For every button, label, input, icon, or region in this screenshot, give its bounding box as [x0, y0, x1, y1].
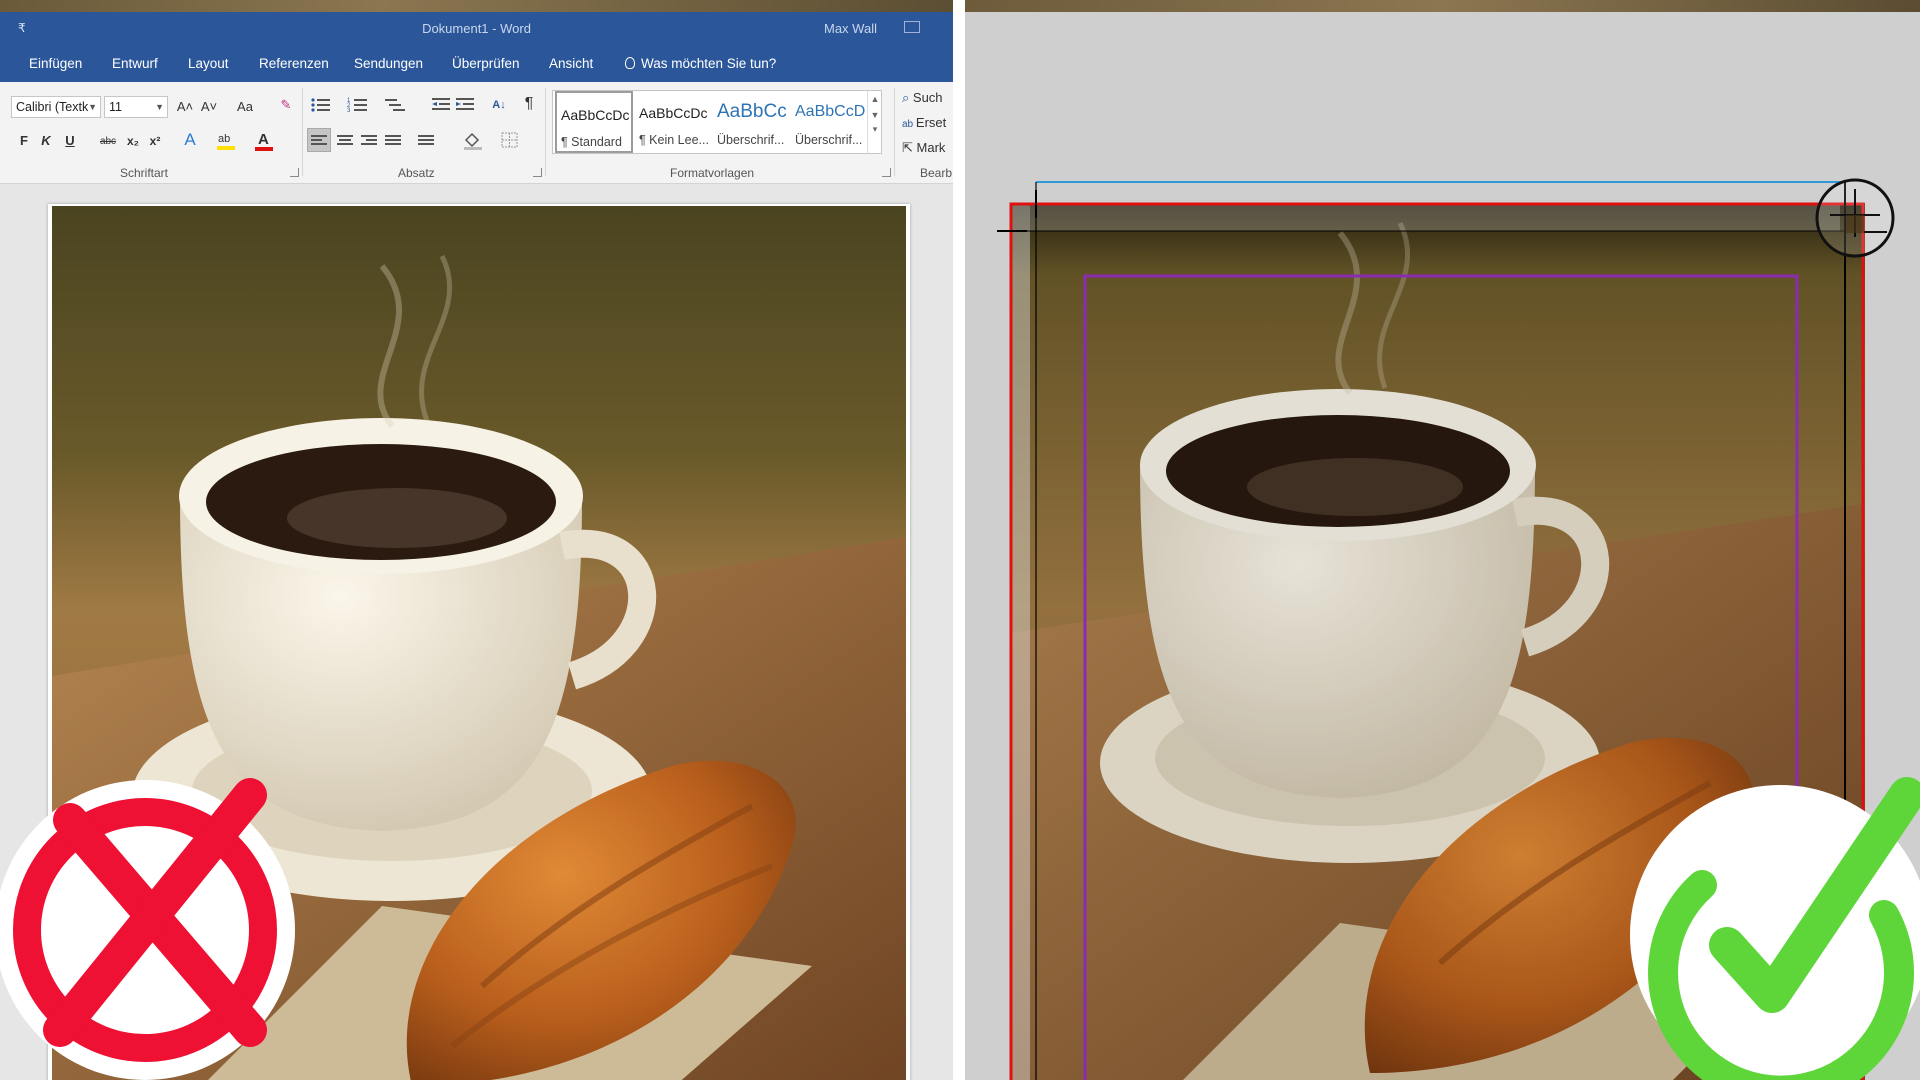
ribbon-tabs: Einfügen Entwurf Layout Referenzen Sendu… [0, 46, 953, 82]
group-label-editing: Bearb [920, 166, 953, 180]
style-sample: AaBbCcDc [561, 107, 630, 123]
multilevel-list-icon[interactable] [384, 96, 406, 119]
sort-icon[interactable]: A↓ [489, 96, 509, 114]
find-label: Such [912, 90, 943, 105]
group-label-styles: Formatvorlagen [670, 166, 755, 180]
tell-me-label: Was möchten Sie tun? [641, 56, 777, 71]
numbering-icon[interactable]: 123 [347, 96, 369, 119]
lightbulb-icon [625, 57, 635, 69]
style-standard[interactable]: AaBbCcDc ¶ Standard [555, 91, 633, 153]
ribbon-display-options-icon[interactable] [904, 21, 920, 33]
tab-ueberpruefen[interactable]: Überprüfen [452, 56, 520, 71]
font-color-icon[interactable]: A [254, 130, 274, 157]
screenshot-stage: ₹ Dokument1 - Word Max Wall Einfügen Ent… [0, 0, 1920, 1080]
shrink-font-button[interactable]: A˅ [200, 98, 218, 116]
replace-label: Erset [915, 115, 947, 130]
group-label-font: Schriftart [120, 166, 169, 180]
dialog-launcher-icon[interactable] [882, 168, 891, 177]
word-window: ₹ Dokument1 - Word Max Wall Einfügen Ent… [0, 0, 953, 1080]
bold-button[interactable]: F [16, 132, 32, 150]
select-button[interactable]: ⇱ Mark [902, 140, 945, 156]
cursor-icon: ⇱ [902, 140, 917, 155]
dialog-launcher-icon[interactable] [290, 168, 299, 177]
font-size-combo[interactable]: 11 ▼ [104, 96, 168, 118]
increase-indent-icon[interactable] [454, 96, 476, 119]
crosshair-handle-icon[interactable] [1812, 175, 1898, 261]
underline-button[interactable]: U [62, 132, 78, 150]
text-effects-icon[interactable]: A [180, 131, 200, 149]
chevron-down-icon: ▼ [88, 102, 97, 112]
grow-font-button[interactable]: A˄ [176, 98, 194, 116]
font-size-value: 11 [109, 100, 122, 114]
ribbon: Calibri (Textk ▼ 11 ▼ A˄ A˅ Aa ✎ F K U abc… [0, 82, 953, 184]
shading-icon[interactable] [462, 130, 484, 155]
justify-icon[interactable] [385, 135, 401, 147]
styles-gallery: AaBbCcDc ¶ Standard AaBbCcDc ¶ Kein Lee.… [552, 90, 882, 154]
superscript-button[interactable]: x² [146, 132, 164, 150]
gallery-scroll[interactable]: ▲ ▼ ▾ [867, 91, 882, 153]
svg-text:A: A [258, 131, 269, 148]
clear-formatting-icon[interactable]: ✎ [276, 96, 296, 114]
style-kein-leerraum[interactable]: AaBbCcDc ¶ Kein Lee... [635, 91, 713, 153]
style-sample: AaBbCcD [795, 103, 866, 120]
split-divider [953, 0, 965, 1080]
title-bar: ₹ Dokument1 - Word Max Wall [0, 12, 953, 46]
font-name-value: Calibri (Textk [16, 100, 89, 114]
find-button[interactable]: ⌕ Such [902, 90, 943, 106]
wrong-cross-icon [0, 778, 295, 1080]
tell-me-search[interactable]: Was möchten Sie tun? [625, 56, 776, 71]
group-separator [894, 88, 895, 176]
change-case-button[interactable]: Aa [229, 98, 261, 116]
image-editor-canvas[interactable] [965, 0, 1920, 1080]
group-label-paragraph: Absatz [398, 166, 435, 180]
italic-button[interactable]: K [38, 132, 54, 150]
align-center-icon[interactable] [337, 135, 353, 147]
style-sample: AaBbCc [717, 101, 787, 122]
strikethrough-button[interactable]: abc [96, 133, 120, 151]
dialog-launcher-icon[interactable] [533, 168, 542, 177]
line-spacing-icon[interactable] [418, 135, 434, 147]
tab-entwurf[interactable]: Entwurf [112, 56, 158, 71]
chevron-down-icon[interactable]: ▼ [868, 110, 882, 120]
style-ueberschrift-2[interactable]: AaBbCcD Überschrif... [791, 91, 869, 153]
font-name-combo[interactable]: Calibri (Textk ▼ [11, 96, 101, 118]
window-top-strip [0, 0, 953, 12]
decrease-indent-icon[interactable] [430, 96, 452, 119]
style-ueberschrift-1[interactable]: AaBbCc Überschrif... [713, 91, 791, 153]
user-name[interactable]: Max Wall [824, 21, 877, 36]
group-separator [545, 88, 546, 176]
replace-button[interactable]: ab Erset [902, 115, 946, 130]
align-left-icon[interactable] [311, 135, 327, 147]
tab-sendungen[interactable]: Sendungen [354, 56, 423, 71]
select-label: Mark [916, 140, 946, 155]
tab-ansicht[interactable]: Ansicht [549, 56, 593, 71]
style-name: Überschrif... [717, 133, 785, 147]
style-name: ¶ Kein Lee... [639, 133, 709, 147]
svg-text:ab: ab [218, 133, 230, 145]
bullets-icon[interactable] [310, 96, 332, 119]
chevron-down-icon: ▼ [155, 102, 164, 112]
show-formatting-marks-button[interactable]: ¶ [522, 95, 536, 113]
style-name: Überschrif... [795, 133, 863, 147]
tab-layout[interactable]: Layout [188, 56, 229, 71]
highlight-color-icon[interactable]: ab [216, 130, 236, 157]
align-right-icon[interactable] [361, 135, 377, 147]
style-sample: AaBbCcDc [639, 105, 708, 121]
style-name: ¶ Standard [561, 135, 622, 149]
replace-icon: ab [902, 119, 916, 130]
window-title: Dokument1 - Word [422, 21, 531, 36]
subscript-button[interactable]: x₂ [124, 132, 142, 150]
chevron-up-icon[interactable]: ▲ [868, 94, 882, 104]
correct-check-icon [1630, 777, 1920, 1080]
tab-einfuegen[interactable]: Einfügen [29, 56, 82, 71]
borders-icon[interactable] [500, 130, 520, 155]
search-icon: ⌕ [902, 90, 913, 105]
more-icon[interactable]: ▾ [868, 124, 882, 135]
svg-text:3: 3 [347, 108, 351, 114]
group-separator [302, 88, 303, 176]
tab-referenzen[interactable]: Referenzen [259, 56, 329, 71]
